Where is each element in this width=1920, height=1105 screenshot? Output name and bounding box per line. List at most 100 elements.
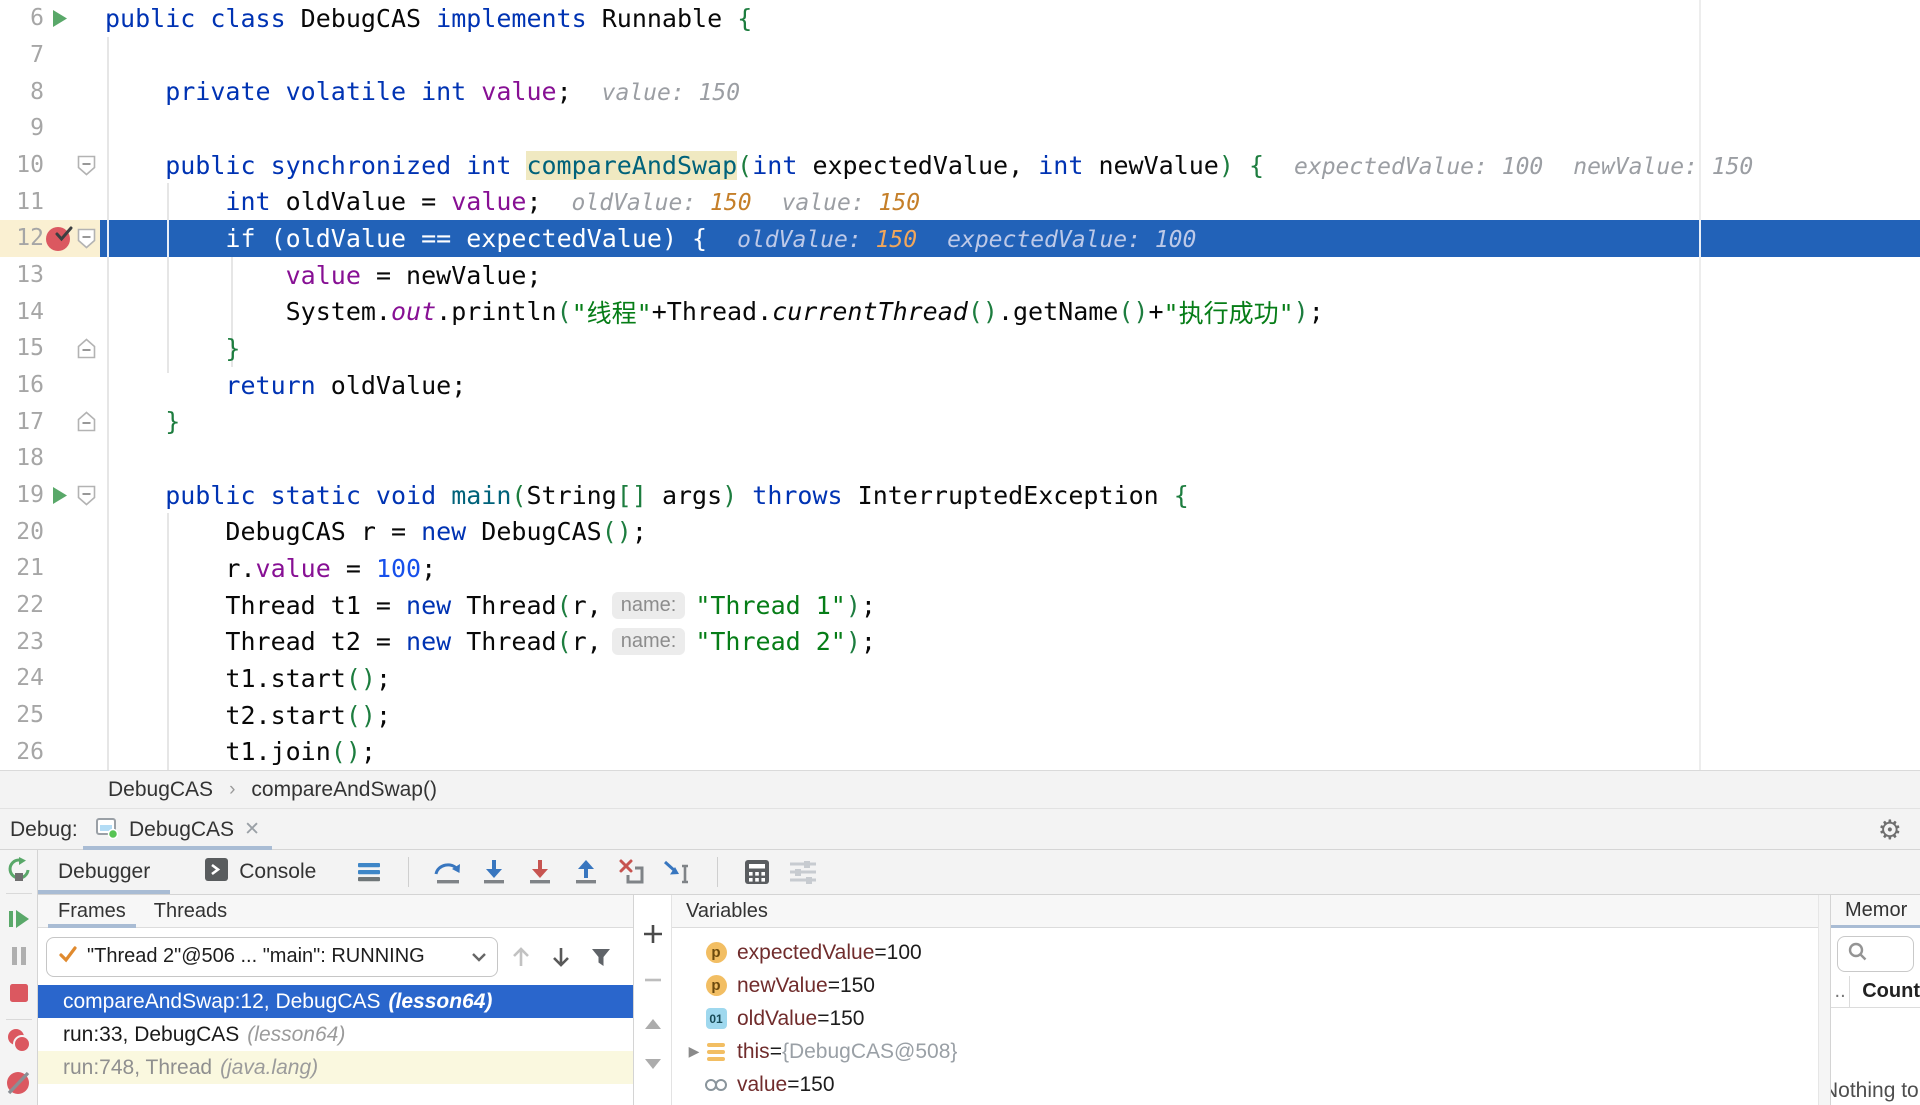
gutter[interactable]: 19: [0, 477, 100, 514]
code-text[interactable]: Thread t2 = new Thread(r, name: "Thread 2"…: [100, 623, 1920, 660]
tab-frames[interactable]: Frames: [44, 895, 140, 928]
code-editor[interactable]: 6 public class DebugCAS implements Runnab…: [0, 0, 1920, 770]
fold-icon[interactable]: [75, 155, 98, 176]
gutter[interactable]: 23: [0, 623, 100, 660]
code-text[interactable]: t2.start();: [100, 697, 1920, 734]
code-text[interactable]: public static void main(String[] args) t…: [100, 477, 1920, 514]
gutter[interactable]: 10: [0, 147, 100, 184]
code-text[interactable]: DebugCAS r = new DebugCAS();: [100, 513, 1920, 550]
gutter[interactable]: 11: [0, 183, 100, 220]
rerun-button[interactable]: [6, 857, 32, 883]
gutter[interactable]: 24: [0, 660, 100, 697]
run-icon[interactable]: [44, 9, 75, 28]
frame-row[interactable]: run:748, Thread (java.lang): [38, 1051, 633, 1084]
mute-breakpoints-button[interactable]: [6, 1070, 32, 1096]
line-number[interactable]: 24: [0, 665, 44, 691]
gutter[interactable]: 14: [0, 293, 100, 330]
gutter[interactable]: 15: [0, 330, 100, 367]
scroll-down-button[interactable]: [640, 1051, 666, 1077]
line-number[interactable]: 14: [0, 299, 44, 325]
line-number[interactable]: 17: [0, 409, 44, 435]
code-text[interactable]: [100, 37, 1920, 74]
resume-button[interactable]: [6, 906, 32, 932]
variable-row[interactable]: value = 150: [672, 1068, 1818, 1101]
fold-icon[interactable]: [75, 411, 98, 432]
code-text[interactable]: System. out .println("线程" +Thread. currentTh…: [100, 293, 1920, 330]
scrollbar[interactable]: [1818, 895, 1830, 1105]
layout-menu-button[interactable]: [349, 854, 389, 890]
line-number[interactable]: 7: [0, 42, 44, 68]
code-text[interactable]: }: [100, 330, 1920, 367]
gutter[interactable]: 18: [0, 440, 100, 477]
view-breakpoints-button[interactable]: [6, 1028, 32, 1054]
drop-frame-button[interactable]: [612, 854, 652, 890]
frame-up-button[interactable]: [504, 940, 538, 974]
code-text[interactable]: return oldValue;: [100, 367, 1920, 404]
line-number[interactable]: 15: [0, 335, 44, 361]
line-number[interactable]: 20: [0, 519, 44, 545]
line-number[interactable]: 19: [0, 482, 44, 508]
tab-console[interactable]: Console: [184, 850, 336, 894]
pause-button[interactable]: [6, 943, 32, 969]
gutter[interactable]: 26: [0, 733, 100, 770]
code-text[interactable]: [100, 440, 1920, 477]
step-out-button[interactable]: [566, 854, 606, 890]
force-step-into-button[interactable]: [520, 854, 560, 890]
line-number[interactable]: 13: [0, 262, 44, 288]
line-number[interactable]: 12: [0, 225, 44, 251]
debug-session-tab[interactable]: DebugCAS ✕: [83, 809, 272, 850]
variable-row[interactable]: ▶ this = {DebugCAS@508}: [672, 1035, 1818, 1068]
line-number[interactable]: 10: [0, 152, 44, 178]
gear-icon[interactable]: ⚙: [1878, 815, 1902, 845]
fold-icon[interactable]: [75, 338, 98, 359]
gutter[interactable]: 7: [0, 37, 100, 74]
code-text[interactable]: t1.start();: [100, 660, 1920, 697]
tab-debugger[interactable]: Debugger: [38, 850, 171, 894]
memory-column-count[interactable]: Count: [1850, 976, 1920, 1007]
gutter[interactable]: 20: [0, 513, 100, 550]
gutter[interactable]: 9: [0, 110, 100, 147]
step-over-button[interactable]: [428, 854, 468, 890]
line-number[interactable]: 23: [0, 629, 44, 655]
line-number[interactable]: 16: [0, 372, 44, 398]
fold-icon[interactable]: [75, 485, 98, 506]
code-text[interactable]: private volatile int value; value: 150: [100, 73, 1920, 110]
gutter[interactable]: 25: [0, 697, 100, 734]
memory-search-input[interactable]: [1837, 936, 1914, 972]
code-text[interactable]: [100, 110, 1920, 147]
breadcrumb-class[interactable]: DebugCAS: [108, 778, 213, 802]
gutter[interactable]: 16: [0, 367, 100, 404]
run-icon[interactable]: [44, 486, 75, 505]
code-text[interactable]: int oldValue = value; oldValue: 150 value:…: [100, 183, 1920, 220]
evaluate-expression-button[interactable]: [737, 854, 777, 890]
code-text[interactable]: t1.join();: [100, 733, 1920, 770]
line-number[interactable]: 21: [0, 555, 44, 581]
fold-icon[interactable]: [75, 228, 98, 249]
scroll-up-button[interactable]: [640, 1011, 666, 1037]
add-watch-button[interactable]: [640, 921, 666, 947]
line-number[interactable]: 18: [0, 445, 44, 471]
thread-selector-dropdown[interactable]: "Thread 2"@506 ... "main": RUNNING: [46, 936, 498, 977]
filter-icon[interactable]: [584, 940, 618, 974]
code-text[interactable]: }: [100, 403, 1920, 440]
close-icon[interactable]: ✕: [244, 818, 260, 841]
tab-threads[interactable]: Threads: [140, 895, 241, 928]
memory-title[interactable]: Memor: [1845, 899, 1907, 922]
line-number[interactable]: 6: [0, 5, 44, 31]
frame-row[interactable]: compareAndSwap:12, DebugCAS (lesson64): [38, 985, 633, 1018]
variable-row[interactable]: p newValue = 150: [672, 969, 1818, 1002]
layout-settings-button[interactable]: [783, 854, 823, 890]
code-text[interactable]: public class DebugCAS implements Runnabl…: [100, 0, 1920, 37]
line-number[interactable]: 22: [0, 592, 44, 618]
code-text[interactable]: Thread t1 = new Thread(r, name: "Thread 1"…: [100, 587, 1920, 624]
variable-row[interactable]: 01 oldValue = 150: [672, 1002, 1818, 1035]
breakpoint-icon[interactable]: [44, 225, 75, 252]
gutter[interactable]: 17: [0, 403, 100, 440]
breadcrumb-method[interactable]: compareAndSwap(): [251, 778, 437, 802]
gutter[interactable]: 21: [0, 550, 100, 587]
variable-row[interactable]: p expectedValue = 100: [672, 936, 1818, 969]
step-into-button[interactable]: [474, 854, 514, 890]
memory-column-class[interactable]: ..: [1831, 976, 1851, 1007]
line-number[interactable]: 9: [0, 115, 44, 141]
run-to-cursor-button[interactable]: [658, 854, 698, 890]
